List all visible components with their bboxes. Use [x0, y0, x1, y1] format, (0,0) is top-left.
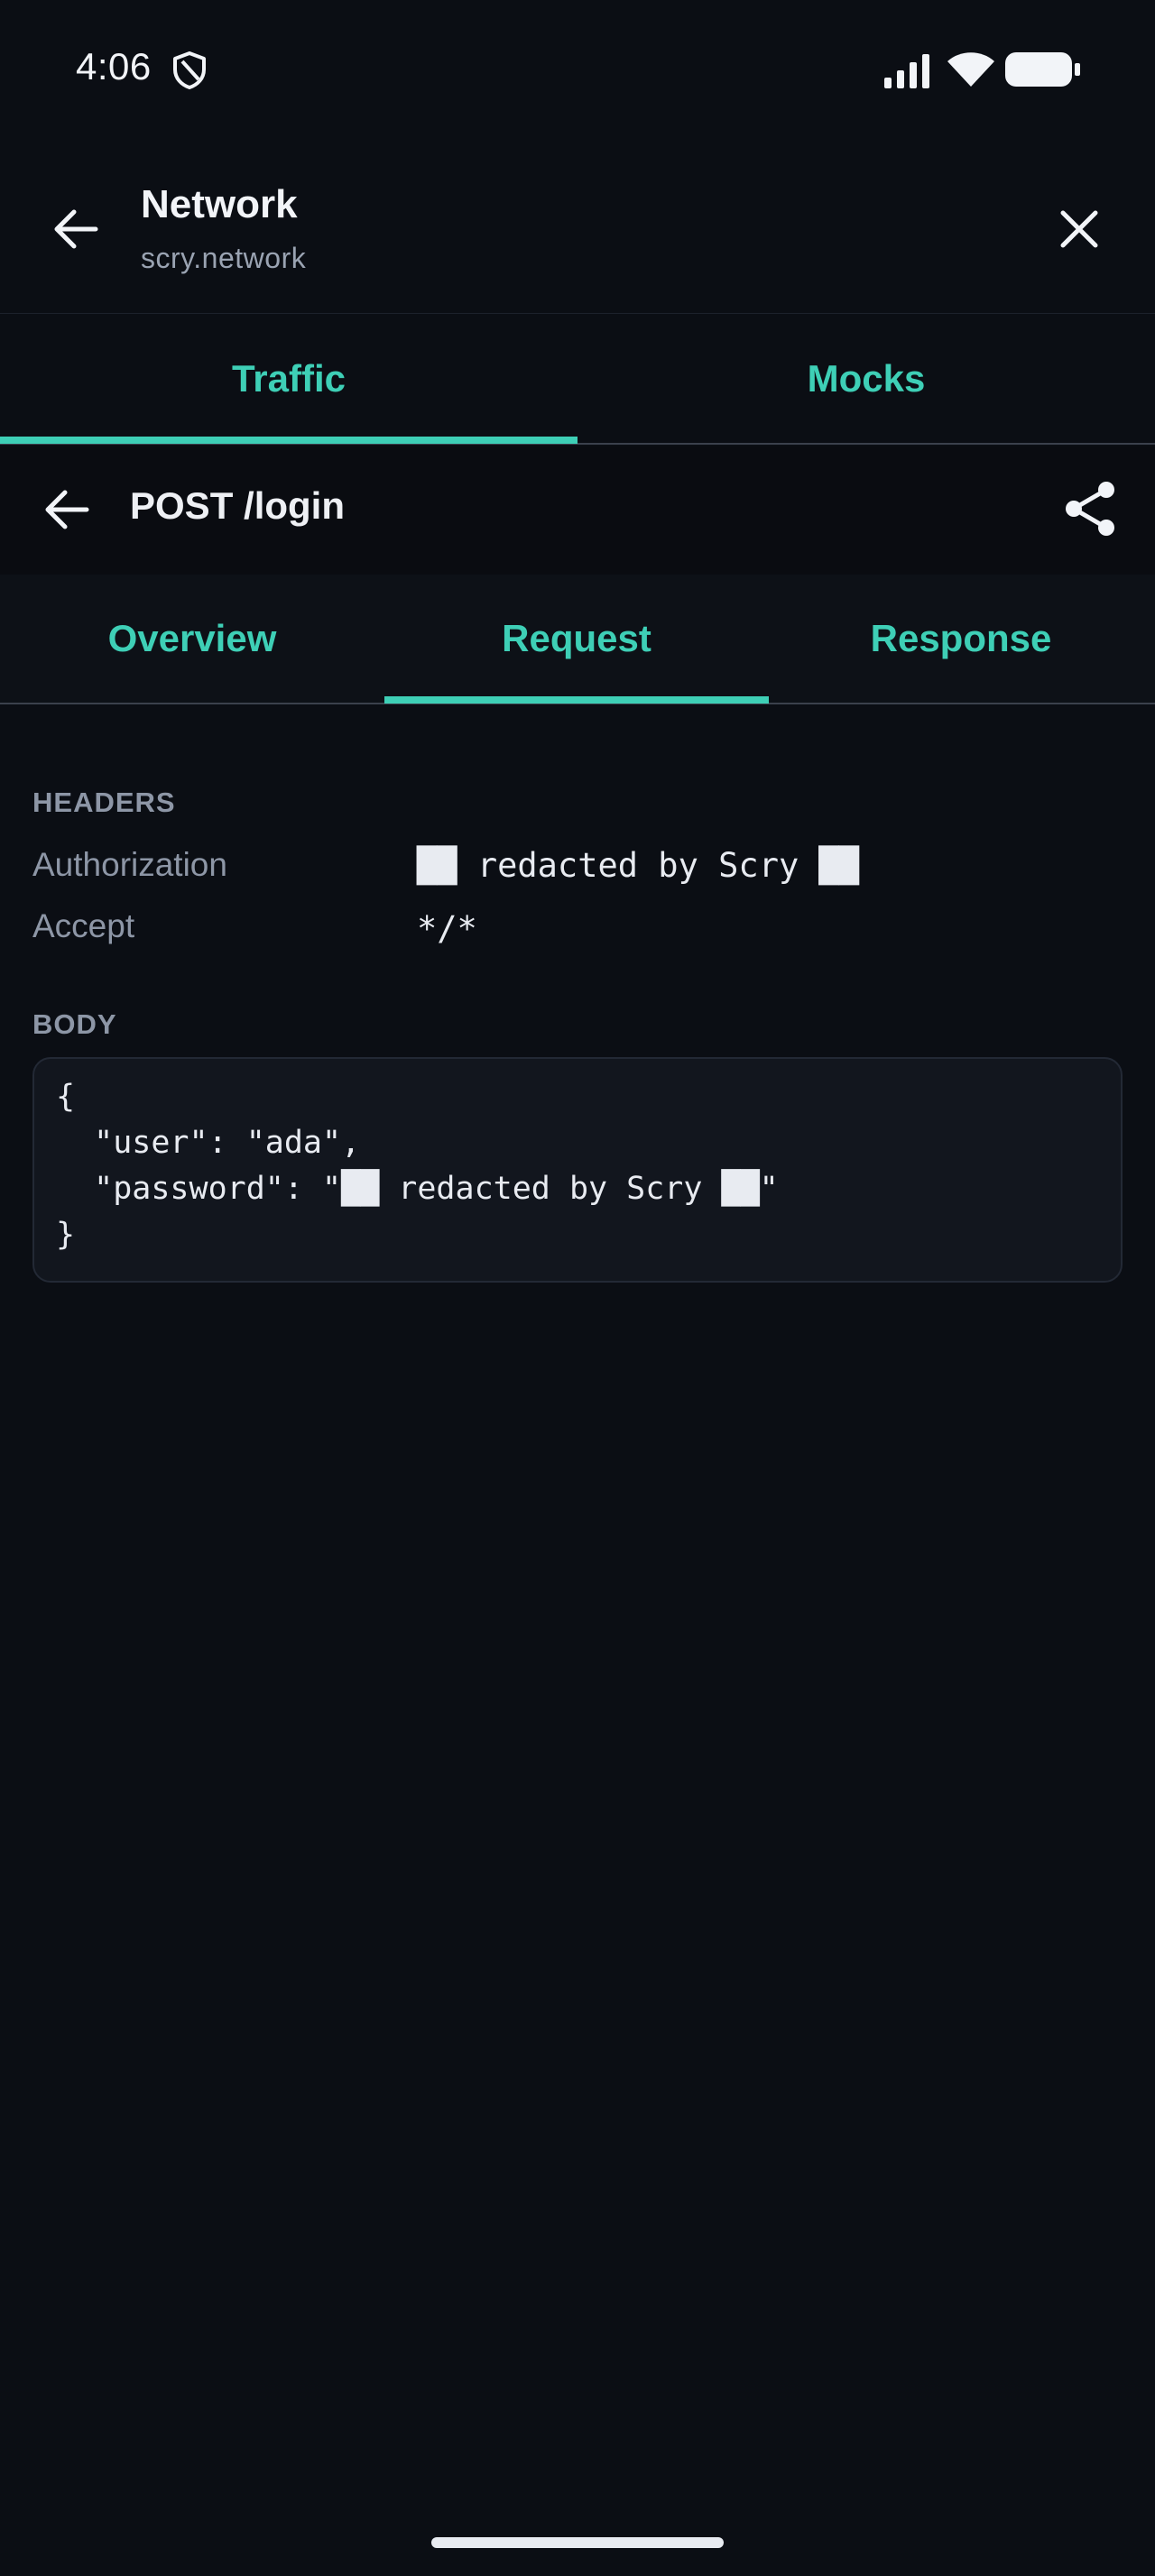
body-section-label: BODY — [32, 1008, 117, 1040]
page-subtitle: scry.network — [141, 242, 307, 274]
headers-section-label: HEADERS — [32, 787, 176, 818]
tab-response[interactable]: Response — [769, 575, 1153, 703]
request-body-code: { "user": "ada", "password": "██ redacte… — [32, 1057, 1123, 1283]
back-arrow-icon[interactable] — [38, 481, 96, 538]
signal-icon — [884, 54, 929, 88]
tab-traffic[interactable]: Traffic — [0, 315, 578, 443]
code-line: "user": "ada", — [56, 1125, 361, 1161]
wifi-icon — [947, 52, 994, 87]
tab-indicator — [384, 696, 769, 704]
request-detail-bar: POST /login — [0, 446, 1155, 575]
code-line: } — [56, 1217, 76, 1253]
shield-icon — [173, 51, 206, 89]
code-line: { — [56, 1079, 76, 1115]
status-bar: 4:06 — [0, 0, 1155, 144]
status-time: 4:06 — [76, 45, 152, 87]
page-title: Network — [141, 182, 298, 226]
tab-indicator — [0, 437, 578, 444]
back-arrow-icon[interactable] — [47, 200, 105, 258]
header-name-accept: Accept — [32, 907, 135, 944]
close-icon[interactable] — [1050, 200, 1108, 258]
request-title: POST /login — [130, 484, 345, 527]
app-header: Network scry.network — [0, 144, 1155, 314]
tab-request[interactable]: Request — [384, 575, 769, 703]
battery-icon — [1005, 52, 1080, 87]
request-tab-bar: Overview Request Response — [0, 575, 1155, 704]
header-value-accept: */* — [417, 909, 477, 948]
tab-mocks[interactable]: Mocks — [578, 315, 1155, 443]
main-tab-bar: Traffic Mocks — [0, 315, 1155, 445]
home-indicator[interactable] — [431, 2537, 724, 2548]
header-value-authorization: ██ redacted by Scry ██ — [417, 846, 860, 885]
share-icon[interactable] — [1061, 479, 1121, 538]
header-name-authorization: Authorization — [32, 846, 227, 883]
tab-overview[interactable]: Overview — [0, 575, 384, 703]
code-line: "password": "██ redacted by Scry ██" — [56, 1171, 779, 1207]
